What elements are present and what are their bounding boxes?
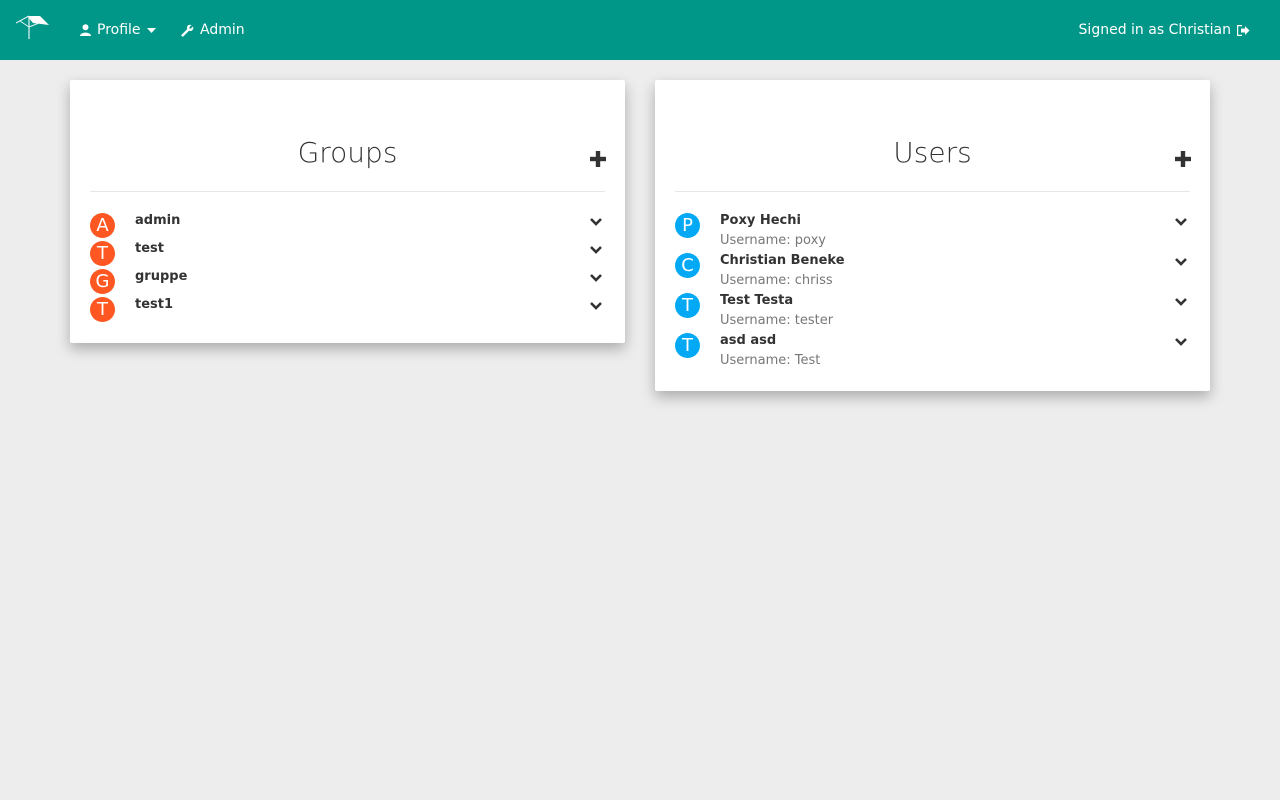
chevron-down-icon[interactable]	[589, 273, 603, 283]
wrench-icon	[181, 24, 194, 37]
user-avatar: C	[675, 253, 700, 278]
chevron-down-icon[interactable]	[589, 245, 603, 255]
groups-title: Groups	[297, 136, 398, 169]
groups-divider	[90, 191, 605, 192]
signed-in-user[interactable]: Signed in as Christian	[1079, 0, 1250, 60]
user-username: Username: tester	[720, 313, 834, 328]
group-avatar: T	[90, 241, 115, 266]
user-username: Username: Test	[720, 353, 821, 368]
chevron-down-icon[interactable]	[1174, 257, 1188, 267]
user-name: Poxy Hechi	[720, 213, 801, 228]
app-logo[interactable]	[13, 13, 51, 41]
user-name: Christian Beneke	[720, 253, 845, 268]
user-name: Test Testa	[720, 293, 794, 308]
add-user-button[interactable]	[1174, 150, 1192, 168]
chevron-down-icon[interactable]	[1174, 337, 1188, 347]
users-title: Users	[893, 136, 972, 169]
admin-link[interactable]: Admin	[181, 0, 245, 60]
top-navbar: Profile Admin Signed in as Christian	[0, 0, 1280, 60]
chevron-down-icon[interactable]	[589, 217, 603, 227]
group-name: test	[135, 241, 164, 256]
chevron-down-icon[interactable]	[589, 301, 603, 311]
plus-icon	[590, 151, 606, 167]
profile-menu[interactable]: Profile	[80, 0, 156, 60]
user-icon	[80, 24, 91, 36]
add-group-button[interactable]	[589, 150, 607, 168]
plus-icon	[1175, 151, 1191, 167]
group-avatar: A	[90, 213, 115, 238]
users-card: Users P Poxy Hechi Username: poxy C Chri…	[655, 80, 1210, 391]
user-avatar: T	[675, 293, 700, 318]
group-avatar: G	[90, 269, 115, 294]
profile-menu-label: Profile	[97, 22, 141, 38]
users-divider	[675, 191, 1190, 192]
user-username: Username: poxy	[720, 233, 826, 248]
groups-card: Groups A admin T test G gruppe T test1	[70, 80, 625, 343]
group-avatar: T	[90, 297, 115, 322]
user-name: asd asd	[720, 333, 777, 348]
group-name: admin	[135, 213, 181, 228]
signed-in-label: Signed in as Christian	[1078, 22, 1231, 38]
user-username: Username: chriss	[720, 273, 833, 288]
user-avatar: P	[675, 213, 700, 238]
caret-down-icon	[146, 27, 156, 33]
admin-link-label: Admin	[200, 22, 245, 38]
group-name: test1	[135, 297, 174, 312]
group-name: gruppe	[135, 269, 188, 284]
user-avatar: T	[675, 333, 700, 358]
chevron-down-icon[interactable]	[1174, 297, 1188, 307]
chevron-down-icon[interactable]	[1174, 217, 1188, 227]
sign-out-icon[interactable]	[1237, 24, 1250, 36]
